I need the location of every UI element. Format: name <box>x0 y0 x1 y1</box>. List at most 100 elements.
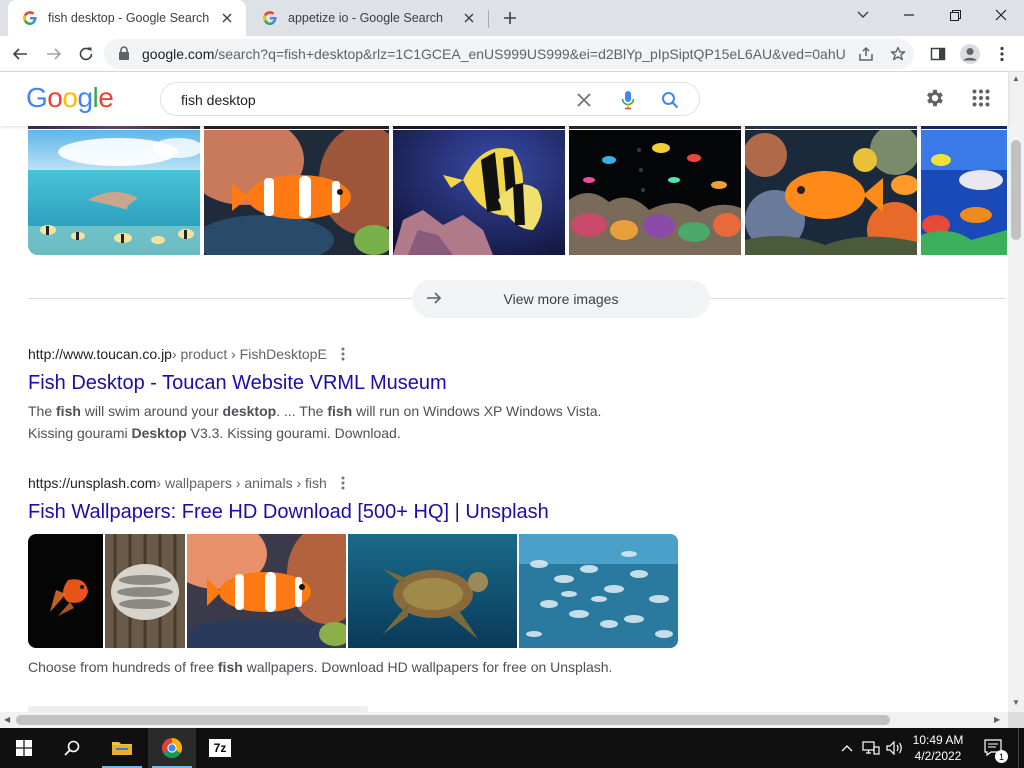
close-tab-icon[interactable] <box>218 9 236 27</box>
image-moorish-idol[interactable] <box>393 130 565 255</box>
result-path: › wallpapers › animals › fish <box>156 475 327 491</box>
bookmark-star-icon[interactable] <box>888 44 908 64</box>
show-hidden-icons-chevron-icon[interactable] <box>838 728 856 768</box>
7zip-icon: 7z <box>209 739 231 757</box>
search-box <box>160 82 700 116</box>
result-domain: https://unsplash.com <box>28 475 157 491</box>
snippet-text: will swim around your <box>80 403 223 419</box>
scroll-down-arrow-icon[interactable]: ▼ <box>1012 698 1020 707</box>
google-favicon-icon <box>262 10 278 26</box>
minimize-window-button[interactable] <box>886 0 932 30</box>
scroll-left-arrow-icon[interactable]: ◀ <box>4 715 10 724</box>
search-submit-icon[interactable] <box>659 89 681 111</box>
close-window-button[interactable] <box>978 0 1024 30</box>
google-logo[interactable]: Google <box>26 82 114 114</box>
image-sea-turtle[interactable] <box>348 534 517 648</box>
snippet-text: wallpapers. Download HD wallpapers for f… <box>242 659 613 675</box>
snippet-text: . ... The <box>276 403 328 419</box>
taskbar-search-button[interactable] <box>48 728 96 768</box>
clock-time: 10:49 AM <box>912 733 964 747</box>
browser-toolbar: google.com/search?q=fish+desktop&rlz=1C1… <box>0 36 1024 72</box>
windows-logo-icon <box>16 740 32 756</box>
image-clownfish[interactable] <box>204 130 389 255</box>
scroll-right-arrow-icon[interactable]: ▶ <box>994 715 1000 724</box>
reload-icon <box>79 47 93 61</box>
scroll-up-arrow-icon[interactable]: ▲ <box>1012 74 1020 83</box>
logo-letter: o <box>62 82 78 113</box>
image-thumbnail-edge <box>204 126 389 129</box>
more-options-kebab-icon[interactable] <box>341 347 345 361</box>
search-input[interactable] <box>181 90 561 110</box>
snippet-bold-term: fish <box>217 659 243 675</box>
share-icon[interactable] <box>856 44 876 64</box>
snippet-text: V3.3. Kissing gourami. Download. <box>186 425 401 441</box>
notification-count-badge: 1 <box>995 750 1008 763</box>
image-parrot-fish-reef[interactable] <box>745 130 917 255</box>
result-cite[interactable]: http://www.toucan.co.jp › product › Fish… <box>28 344 601 364</box>
start-button[interactable] <box>0 728 48 768</box>
google-apps-grid-icon[interactable] <box>968 85 994 111</box>
lock-icon[interactable] <box>118 46 130 65</box>
image-tropical-fish[interactable] <box>921 130 1007 255</box>
back-button[interactable] <box>6 40 34 68</box>
image-fish-on-plate[interactable] <box>105 534 185 648</box>
tab-strip: fish desktop - Google Search appetize io… <box>0 0 1024 36</box>
chrome-menu-button[interactable] <box>988 40 1016 68</box>
logo-letter: G <box>26 82 48 113</box>
search-result-unsplash: https://unsplash.com › wallpapers › anim… <box>28 473 549 525</box>
profile-button[interactable] <box>956 40 984 68</box>
new-tab-button[interactable] <box>498 6 522 30</box>
snippet-line: Kissing gourami Desktop V3.3. Kissing go… <box>28 422 601 444</box>
image-goldfish[interactable] <box>28 534 103 648</box>
arrow-right-icon <box>426 290 442 309</box>
view-more-images-label: View more images <box>503 291 619 307</box>
network-icon[interactable] <box>860 728 882 768</box>
more-options-kebab-icon[interactable] <box>341 476 345 490</box>
result-domain: http://www.toucan.co.jp <box>28 346 172 362</box>
file-explorer-app[interactable] <box>98 728 146 768</box>
voice-search-mic-icon[interactable] <box>617 89 639 111</box>
settings-gear-icon[interactable] <box>922 85 948 111</box>
show-desktop-button[interactable] <box>1018 728 1024 768</box>
result-title-link[interactable]: Fish Desktop - Toucan Website VRML Museu… <box>28 370 601 396</box>
forward-button[interactable] <box>40 40 68 68</box>
google-search-header: Google <box>0 72 1008 126</box>
side-panel-button[interactable] <box>924 40 952 68</box>
snippet-text: will run on Windows XP Windows Vista. <box>352 403 602 419</box>
result-title-link[interactable]: Fish Wallpapers: Free HD Download [500+ … <box>28 499 549 525</box>
folder-icon <box>112 742 132 755</box>
vertical-scroll-thumb[interactable] <box>1011 140 1021 240</box>
7zip-label: 7z <box>213 741 227 755</box>
image-clownfish-2[interactable] <box>167 534 367 648</box>
tab-search-chevron-down-icon[interactable] <box>840 0 886 30</box>
clear-search-icon[interactable] <box>573 89 595 111</box>
tab-fish-desktop[interactable]: fish desktop - Google Search <box>8 0 246 36</box>
tab-appetize-io[interactable]: appetize io - Google Search <box>248 0 488 36</box>
image-thumbnail-edge <box>745 126 917 129</box>
7zip-app[interactable]: 7z <box>196 728 244 768</box>
result-path: › product › FishDesktopE <box>171 346 327 362</box>
image-stingray-reef[interactable] <box>28 130 200 255</box>
horizontal-scroll-thumb[interactable] <box>16 715 890 725</box>
vertical-scrollbar[interactable]: ▲ ▼ <box>1008 72 1024 712</box>
address-bar[interactable]: google.com/search?q=fish+desktop&rlz=1C1… <box>104 39 914 69</box>
image-fish-school[interactable] <box>519 534 678 648</box>
taskbar-clock[interactable]: 10:49 AM 4/2/2022 <box>902 732 974 764</box>
tab-separator <box>488 10 489 28</box>
image-thumbnail-edge <box>28 126 200 129</box>
image-thumbnail-edge <box>393 126 565 129</box>
close-tab-icon[interactable] <box>460 9 478 27</box>
view-more-images-button[interactable]: View more images <box>412 280 710 318</box>
restore-window-button[interactable] <box>932 0 978 30</box>
logo-letter: o <box>47 82 63 113</box>
url-text[interactable]: google.com/search?q=fish+desktop&rlz=1C1… <box>142 46 847 62</box>
image-aquarium-reef[interactable] <box>569 130 741 255</box>
notifications-button[interactable]: 1 <box>980 728 1008 768</box>
result-cite[interactable]: https://unsplash.com › wallpapers › anim… <box>28 473 549 493</box>
reload-button[interactable] <box>72 40 100 68</box>
back-arrow-icon <box>12 48 27 60</box>
horizontal-scrollbar[interactable]: ◀ ▶ <box>0 712 1008 728</box>
kebab-menu-icon <box>1000 46 1004 62</box>
chrome-app[interactable] <box>148 728 196 768</box>
snippet-line: Choose from hundreds of free fish wallpa… <box>28 656 612 678</box>
